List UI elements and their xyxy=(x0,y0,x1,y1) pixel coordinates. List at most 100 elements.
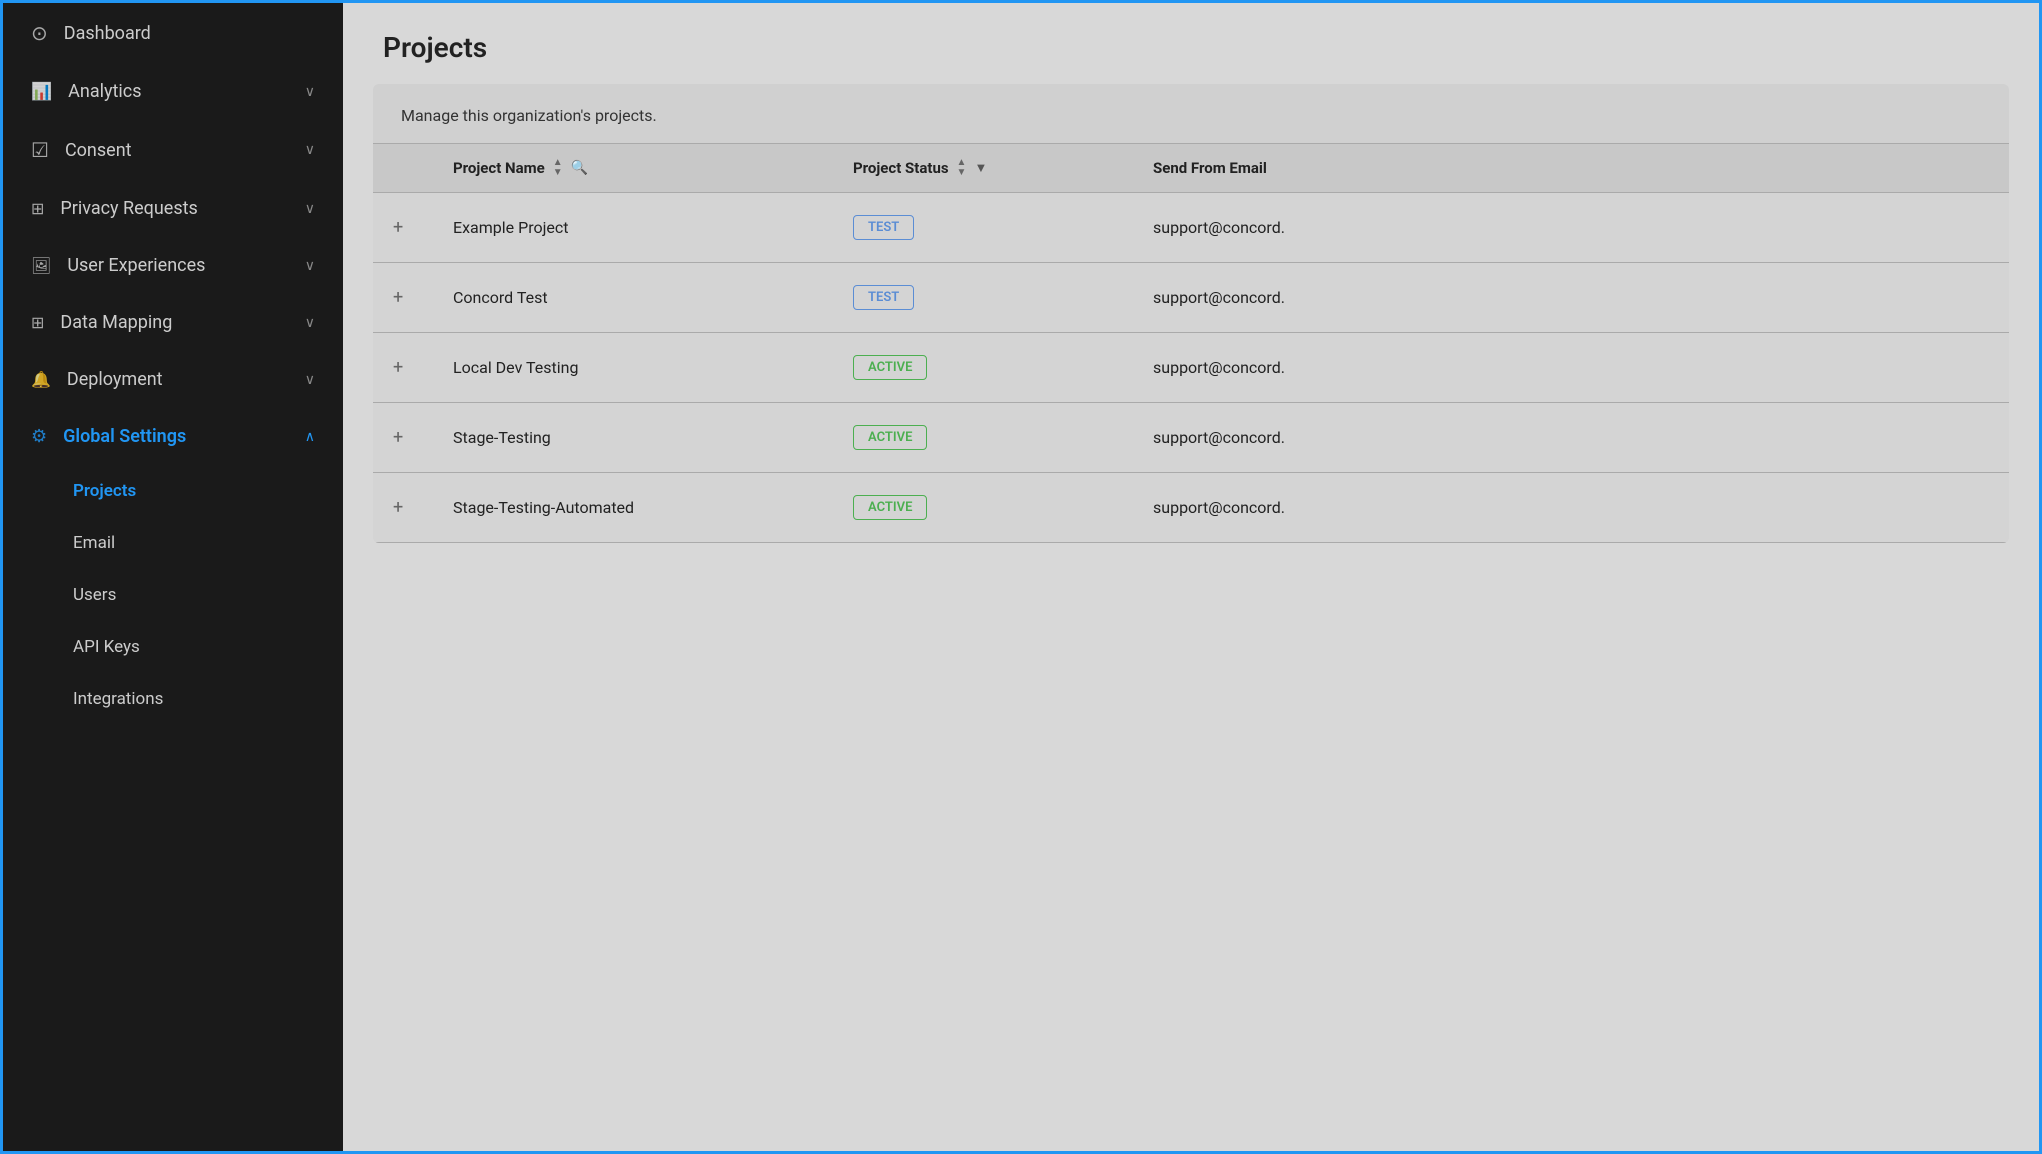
table-description: Manage this organization's projects. xyxy=(373,84,2009,143)
send-from-email-cell: support@concord. xyxy=(1133,193,2009,263)
sidebar-item-analytics[interactable]: 📊 Analytics ∨ xyxy=(3,63,343,120)
expand-button[interactable]: + xyxy=(393,497,403,518)
sidebar-item-label: Global Settings xyxy=(63,426,305,447)
deployment-icon: 🔔 xyxy=(31,370,51,389)
sort-down-icon: ▼ xyxy=(957,168,967,178)
main-content: Projects Manage this organization's proj… xyxy=(343,3,2039,1151)
chevron-down-icon: ∨ xyxy=(305,372,315,388)
consent-icon: ☑ xyxy=(31,138,49,162)
page-title: Projects xyxy=(383,31,1999,64)
send-from-email-cell: support@concord. xyxy=(1133,333,2009,403)
status-badge: ACTIVE xyxy=(853,495,927,520)
expand-cell: + xyxy=(373,333,433,403)
expand-button[interactable]: + xyxy=(393,287,403,308)
project-name-cell: Concord Test xyxy=(433,263,833,333)
table-row: + Example Project TEST support@concord. xyxy=(373,193,2009,263)
expand-button[interactable]: + xyxy=(393,427,403,448)
col-header-email: Send From Email xyxy=(1133,144,2009,193)
sidebar-subitem-api-keys[interactable]: API Keys xyxy=(3,621,343,673)
project-name-cell: Stage-Testing-Automated xyxy=(433,473,833,543)
col-name-label: Project Name xyxy=(453,159,545,177)
project-name: Stage-Testing xyxy=(453,428,551,447)
project-status-cell: TEST xyxy=(833,263,1133,333)
sidebar-item-data-mapping[interactable]: ⊞ Data Mapping ∨ xyxy=(3,294,343,351)
sidebar-item-deployment[interactable]: 🔔 Deployment ∨ xyxy=(3,351,343,408)
project-status-cell: TEST xyxy=(833,193,1133,263)
sort-down-icon: ▼ xyxy=(553,168,563,178)
project-status-cell: ACTIVE xyxy=(833,333,1133,403)
sidebar-item-dashboard[interactable]: ⊙ Dashboard xyxy=(3,3,343,63)
col-email-label: Send From Email xyxy=(1153,159,1267,177)
sidebar-subitem-projects[interactable]: Projects xyxy=(3,465,343,517)
chevron-down-icon: ∨ xyxy=(305,201,315,217)
page-header: Projects xyxy=(343,3,2039,84)
sidebar-subitem-users[interactable]: Users xyxy=(3,569,343,621)
send-from-email: support@concord. xyxy=(1153,358,1285,377)
expand-cell: + xyxy=(373,263,433,333)
send-from-email: support@concord. xyxy=(1153,498,1285,517)
send-from-email: support@concord. xyxy=(1153,428,1285,447)
project-name: Local Dev Testing xyxy=(453,358,578,377)
send-from-email: support@concord. xyxy=(1153,218,1285,237)
sidebar-item-privacy-requests[interactable]: ⊞ Privacy Requests ∨ xyxy=(3,180,343,237)
col-header-status: Project Status ▲ ▼ ▼ xyxy=(833,144,1133,193)
send-from-email-cell: support@concord. xyxy=(1133,263,2009,333)
sidebar-subitem-integrations[interactable]: Integrations xyxy=(3,673,343,725)
project-name: Concord Test xyxy=(453,288,548,307)
col-status-label: Project Status xyxy=(853,159,949,177)
privacy-icon: ⊞ xyxy=(31,199,44,218)
dashboard-icon: ⊙ xyxy=(31,21,48,45)
table-row: + Local Dev Testing ACTIVE support@conco… xyxy=(373,333,2009,403)
col-header-name: Project Name ▲ ▼ 🔍 xyxy=(433,144,833,193)
sidebar: ⊙ Dashboard 📊 Analytics ∨ ☑ Consent ∨ ⊞ … xyxy=(3,3,343,1151)
expand-button[interactable]: + xyxy=(393,217,403,238)
search-icon[interactable]: 🔍 xyxy=(571,160,588,176)
sidebar-item-global-settings[interactable]: ⚙ Global Settings ∧ xyxy=(3,408,343,465)
sidebar-item-label: Consent xyxy=(65,140,305,161)
expand-cell: + xyxy=(373,193,433,263)
user-exp-icon: 🖼 xyxy=(31,256,51,275)
project-status-cell: ACTIVE xyxy=(833,473,1133,543)
send-from-email-cell: support@concord. xyxy=(1133,403,2009,473)
sidebar-subitem-label: API Keys xyxy=(73,637,140,657)
chevron-down-icon: ∨ xyxy=(305,258,315,274)
chevron-down-icon: ∨ xyxy=(305,84,315,100)
send-from-email-cell: support@concord. xyxy=(1133,473,2009,543)
sidebar-item-label: Privacy Requests xyxy=(60,198,304,219)
filter-icon[interactable]: ▼ xyxy=(974,160,987,176)
expand-cell: + xyxy=(373,403,433,473)
project-name-cell: Local Dev Testing xyxy=(433,333,833,403)
table-row: + Stage-Testing-Automated ACTIVE support… xyxy=(373,473,2009,543)
sidebar-item-label: Data Mapping xyxy=(60,312,304,333)
table-row: + Concord Test TEST support@concord. xyxy=(373,263,2009,333)
status-badge: TEST xyxy=(853,215,914,240)
sidebar-item-label: User Experiences xyxy=(67,255,304,276)
chevron-down-icon: ∨ xyxy=(305,315,315,331)
project-name: Example Project xyxy=(453,218,569,237)
status-badge: ACTIVE xyxy=(853,355,927,380)
sidebar-subitem-label: Integrations xyxy=(73,689,163,709)
sidebar-item-label: Deployment xyxy=(67,369,305,390)
chevron-down-icon: ∨ xyxy=(305,142,315,158)
table-row: + Stage-Testing ACTIVE support@concord. xyxy=(373,403,2009,473)
expand-button[interactable]: + xyxy=(393,357,403,378)
status-badge: TEST xyxy=(853,285,914,310)
sort-icons-name[interactable]: ▲ ▼ xyxy=(553,158,563,178)
sidebar-item-user-experiences[interactable]: 🖼 User Experiences ∨ xyxy=(3,237,343,294)
project-status-cell: ACTIVE xyxy=(833,403,1133,473)
sidebar-subitem-email[interactable]: Email xyxy=(3,517,343,569)
projects-table: Project Name ▲ ▼ 🔍 Project Status xyxy=(373,143,2009,543)
sort-icons-status[interactable]: ▲ ▼ xyxy=(957,158,967,178)
sidebar-subitem-label: Users xyxy=(73,585,116,605)
sidebar-item-label: Analytics xyxy=(68,81,305,102)
sidebar-subitem-label: Projects xyxy=(73,481,136,501)
expand-cell: + xyxy=(373,473,433,543)
col-header-expand xyxy=(373,144,433,193)
chevron-up-icon: ∧ xyxy=(305,429,315,445)
project-name: Stage-Testing-Automated xyxy=(453,498,634,517)
projects-table-card: Manage this organization's projects. Pro… xyxy=(373,84,2009,543)
sidebar-item-consent[interactable]: ☑ Consent ∨ xyxy=(3,120,343,180)
send-from-email: support@concord. xyxy=(1153,288,1285,307)
project-name-cell: Example Project xyxy=(433,193,833,263)
sidebar-item-label: Dashboard xyxy=(64,23,315,44)
